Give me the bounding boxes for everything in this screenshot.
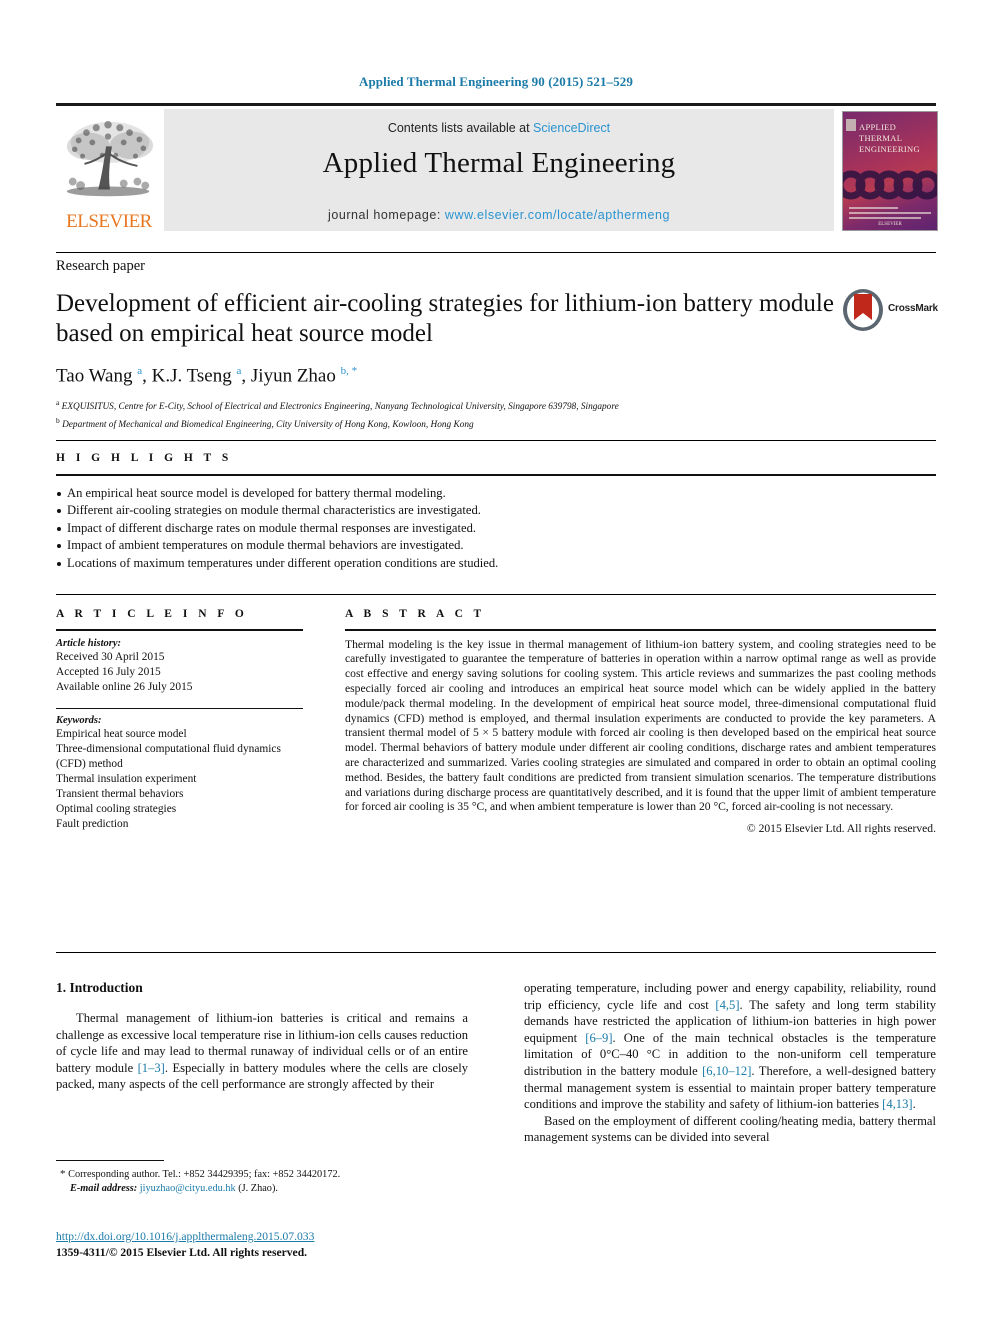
cover-text-lines [849,207,931,222]
article-history-accepted: Accepted 16 July 2015 [56,665,161,678]
info-abstract-section: A R T I C L E I N F O Article history: R… [56,594,936,835]
paragraph-text: . [912,1097,916,1112]
paragraph: operating temperature, including power a… [524,980,936,1113]
article-type: Research paper [56,258,145,274]
doi-link[interactable]: http://dx.doi.org/10.1016/j.applthermale… [56,1230,314,1243]
footnote-marker: * [60,1168,66,1180]
section-heading-introduction: 1. Introduction [56,980,143,995]
citation-ref[interactable]: [4,13] [882,1097,912,1111]
keyword-item: Optimal cooling strategies [56,803,177,816]
highlights-heading: H I G H L I G H T S [56,452,233,464]
body-column-left: 1. Introduction Thermal management of li… [56,980,468,1146]
journal-cover-thumbnail: APPLIED THERMAL ENGINEERING ELSEVIER [842,109,938,231]
elsevier-tree-icon [66,121,154,197]
body-column-gap [468,980,524,1146]
keyword-item: Fault prediction [56,818,129,831]
elsevier-wordmark: ELSEVIER [66,211,152,232]
issn-copyright-line: 1359-4311/© 2015 Elsevier Ltd. All right… [56,1246,308,1259]
journal-masthead: ELSEVIER Contents lists available at Sci… [56,103,938,232]
corresponding-author-text: Corresponding author. Tel.: +852 3442939… [68,1169,341,1180]
crossmark-label: CrossMark [888,303,938,314]
masthead-top-rule [56,103,936,106]
abstract-column: A B S T R A C T Thermal modeling is the … [345,608,936,835]
article-history-label: Article history: [56,637,122,649]
homepage-url-link[interactable]: www.elsevier.com/locate/apthermeng [445,208,670,222]
keyword-item: Transient thermal behaviors [56,788,184,801]
abstract-copyright: © 2015 Elsevier Ltd. All rights reserved… [746,822,936,836]
homepage-prefix: journal homepage: [328,208,445,222]
keyword-item: Thermal insulation experiment [56,773,197,786]
affiliation-b: b Department of Mechanical and Biomedica… [56,415,936,432]
highlights-top-rule [56,440,936,441]
affiliation-a-text: EXQUISITUS, Centre for E-City, School of… [61,402,619,413]
email-label: E-mail address: [70,1183,138,1194]
email-suffix: (J. Zhao). [238,1183,278,1194]
author-list: Tao Wang a, K.J. Tseng a, Jiyun Zhao b, … [56,365,358,387]
column-gap [303,608,345,835]
abstract-text: Thermal modeling is the key issue in the… [345,637,936,814]
keywords-divider [56,707,303,710]
paragraph: Based on the employment of different coo… [524,1113,936,1145]
highlights-divider [56,474,936,476]
abstract-divider [345,629,936,631]
cover-footer-mark: ELSEVIER [878,222,902,227]
contents-available-line: Contents lists available at ScienceDirec… [164,121,834,135]
paragraph: Thermal management of lithium-ion batter… [56,1010,468,1093]
info-abstract-top-rule [56,594,936,595]
keywords-label: Keywords: [56,715,102,727]
cover-title: APPLIED THERMAL ENGINEERING [859,122,920,154]
body-columns: 1. Introduction Thermal management of li… [56,980,936,1146]
body-top-rule [56,952,936,953]
highlights-list: An empirical heat source model is develo… [56,485,936,573]
footnote-block: * Corresponding author. Tel.: +852 34429… [56,1160,468,1196]
affiliation-a: a EXQUISITUS, Centre for E-City, School … [56,397,936,414]
running-head: Applied Thermal Engineering 90 (2015) 52… [358,74,634,89]
list-item: Impact of ambient temperatures on module… [56,537,936,555]
contents-prefix: Contents lists available at [387,121,534,135]
affiliation-b-text: Department of Mechanical and Biomedical … [62,420,474,431]
article-title: Development of efficient air-cooling str… [56,290,834,347]
email-link[interactable]: jiyuzhao@cityu.edu.hk [140,1183,236,1194]
crossmark-badge[interactable]: CrossMark [842,288,940,334]
sciencedirect-link[interactable]: ScienceDirect [533,121,610,135]
footnote-rule [56,1160,164,1161]
email-note: E-mail address: jiyuzhao@cityu.edu.hk (J… [56,1182,468,1196]
corresponding-author-note: * Corresponding author. Tel.: +852 34429… [56,1167,468,1182]
affiliation-marker-a: a [56,398,60,408]
article-history-received: Received 30 April 2015 [56,650,165,663]
article-header: CrossMark Research paper Development of … [56,252,938,432]
citation-ref[interactable]: [6–9] [585,1031,612,1045]
abstract-heading: A B S T R A C T [345,608,486,620]
doi-block: http://dx.doi.org/10.1016/j.applthermale… [56,1227,556,1259]
citation-ref[interactable]: [4,5] [715,998,739,1012]
list-item: Different air-cooling strategies on modu… [56,502,936,520]
journal-title: Applied Thermal Engineering [322,147,676,179]
article-history-online: Available online 26 July 2015 [56,680,193,693]
crossmark-icon [843,289,883,331]
highlights-section: H I G H L I G H T S An empirical heat so… [56,440,936,573]
paper-page: Applied Thermal Engineering 90 (2015) 52… [0,0,992,1323]
list-item: Impact of different discharge rates on m… [56,520,936,538]
keywords-block: Keywords: Empirical heat source model Th… [56,707,303,833]
citation-ref[interactable]: [6,10–12] [702,1064,751,1078]
affiliation-marker-b: b [56,415,60,425]
keyword-item: Three-dimensional computational fluid dy… [56,743,281,771]
list-item: An empirical heat source model is develo… [56,485,936,503]
article-info-heading: A R T I C L E I N F O [56,608,248,620]
cover-rings-graphic [843,170,937,200]
article-info-divider [56,629,303,631]
article-info-column: A R T I C L E I N F O Article history: R… [56,608,303,835]
elsevier-logo: ELSEVIER [56,109,162,232]
journal-homepage-line: journal homepage: www.elsevier.com/locat… [164,208,834,222]
list-item: Locations of maximum temperatures under … [56,555,936,573]
cover-elsevier-mark [846,119,856,131]
body-column-right: operating temperature, including power a… [524,980,936,1146]
keyword-item: Empirical heat source model [56,728,187,741]
masthead-panel: Contents lists available at ScienceDirec… [164,109,834,231]
article-header-rule [56,252,936,253]
citation-ref[interactable]: [1–3] [138,1061,165,1075]
